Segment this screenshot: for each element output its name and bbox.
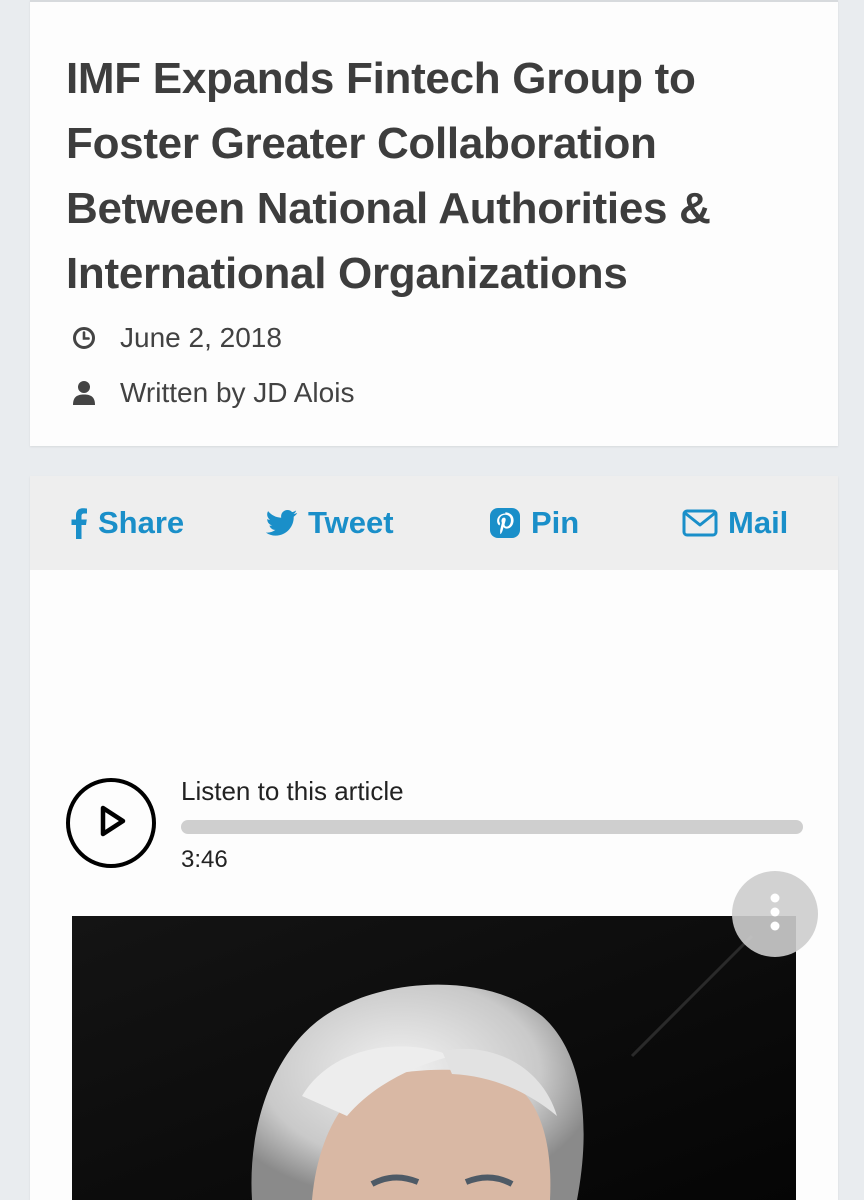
audio-progress-bar[interactable] [181,820,803,834]
clock-icon [72,326,96,350]
article-date: June 2, 2018 [120,322,282,353]
twitter-tweet-button[interactable]: Tweet [266,502,394,544]
facebook-share-label: Share [98,505,185,540]
facebook-share-button[interactable]: Share [70,502,184,544]
article-photo [72,916,796,1200]
twitter-tweet-label: Tweet [308,505,394,540]
user-icon [72,381,96,405]
audio-duration: 3:46 [181,846,228,873]
article-photo-portrait [72,916,796,1200]
article-author[interactable]: Written by JD Alois [120,377,354,409]
mail-share-label: Mail [728,505,789,540]
article-header-card: IMF Expands Fintech Group to Foster Grea… [30,0,838,446]
article-headline: IMF Expands Fintech Group to Foster Grea… [66,54,711,298]
article-author-row: Written by JD Alois [72,377,354,409]
play-icon [94,804,128,843]
pinterest-pin-label: Pin [531,505,580,540]
article-body-card: Share Tweet Pin Mail Listen to this arti… [30,476,838,1200]
article-date-row: June 2, 2018 [72,322,282,354]
audio-player-title: Listen to this article [181,776,404,806]
mail-share-button[interactable]: Mail [682,502,788,544]
facebook-icon [70,507,88,539]
mail-icon [682,509,718,537]
audio-player: Listen to this article 3:46 [66,776,806,876]
twitter-icon [266,510,298,536]
share-bar: Share Tweet Pin Mail [30,476,838,570]
pinterest-pin-button[interactable]: Pin [489,502,579,544]
vertical-dots-icon [769,892,781,937]
pinterest-icon [489,507,521,539]
play-button[interactable] [66,778,156,868]
more-options-button[interactable] [732,871,818,957]
